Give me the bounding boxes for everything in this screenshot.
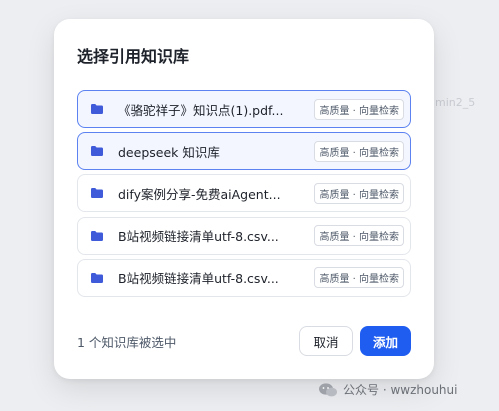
selection-count: 1 个知识库被选中 xyxy=(77,335,177,350)
watermark-text: 公众号 · wwzhouhui xyxy=(343,383,458,397)
folder-icon xyxy=(90,272,104,284)
watermark: 公众号 · wwzhouhui xyxy=(318,381,457,398)
kb-item-badge: 高质量 · 向量检索 xyxy=(314,225,404,247)
kb-item-5[interactable]: B站视频链接清单utf-8.csv... 高质量 · 向量检索 xyxy=(77,258,411,297)
kb-item-badge: 高质量 · 向量检索 xyxy=(314,182,404,204)
folder-icon xyxy=(90,103,104,115)
kb-item-name: B站视频链接清单utf-8.csv... xyxy=(118,271,279,287)
kb-item-name: deepseek 知识库 xyxy=(118,144,220,160)
kb-item-3[interactable]: dify案例分享-免费aiAgent... 高质量 · 向量检索 xyxy=(77,174,411,213)
wechat-icon xyxy=(318,382,338,398)
kb-item-name: B站视频链接清单utf-8.csv... xyxy=(118,229,279,245)
kb-item-2[interactable]: deepseek 知识库 高质量 · 向量检索 xyxy=(77,132,411,171)
kb-item-badge: 高质量 · 向量检索 xyxy=(314,140,404,162)
background-text-fragment: min2_5 xyxy=(435,96,476,109)
add-button[interactable]: 添加 xyxy=(360,326,411,356)
folder-icon xyxy=(90,145,104,157)
kb-item-name: 《骆驼祥子》知识点(1).pdf... xyxy=(118,102,284,118)
kb-item-name: dify案例分享-免费aiAgent... xyxy=(118,186,281,202)
kb-item-4[interactable]: B站视频链接清单utf-8.csv... 高质量 · 向量检索 xyxy=(77,216,411,255)
knowledge-base-dialog: 选择引用知识库 《骆驼祥子》知识点(1).pdf... 高质量 · 向量检索 d… xyxy=(54,19,434,379)
cancel-button[interactable]: 取消 xyxy=(299,326,353,356)
knowledge-base-list: 《骆驼祥子》知识点(1).pdf... 高质量 · 向量检索 deepseek … xyxy=(77,90,411,301)
folder-icon xyxy=(90,230,104,242)
dialog-title: 选择引用知识库 xyxy=(77,47,190,66)
kb-item-1[interactable]: 《骆驼祥子》知识点(1).pdf... 高质量 · 向量检索 xyxy=(77,90,411,128)
folder-icon xyxy=(90,187,104,199)
kb-item-badge: 高质量 · 向量检索 xyxy=(314,267,404,289)
kb-item-badge: 高质量 · 向量检索 xyxy=(314,98,404,120)
